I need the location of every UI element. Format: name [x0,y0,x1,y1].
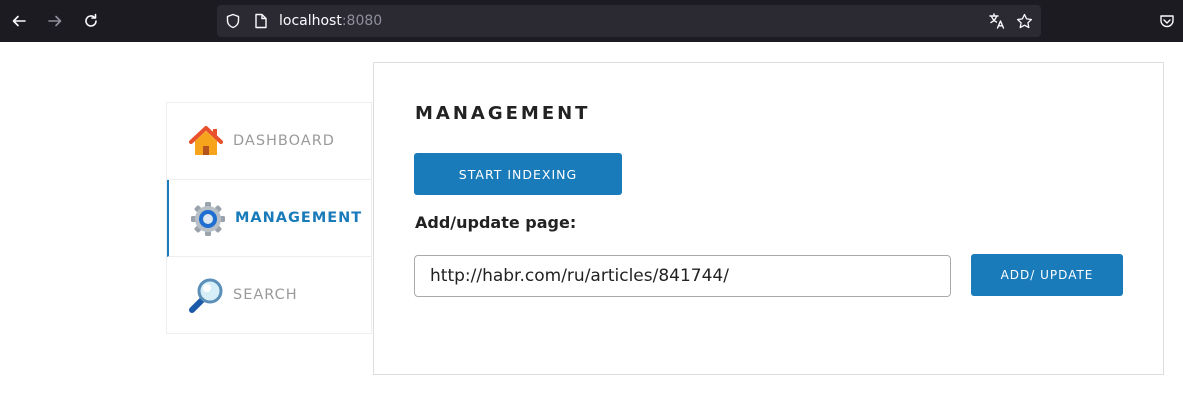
page-url-input[interactable] [414,255,951,297]
management-panel: MANAGEMENT START INDEXING Add/update pag… [373,62,1164,375]
sidebar-item-label: MANAGEMENT [235,210,363,226]
reload-button[interactable] [77,0,105,42]
page-title: MANAGEMENT [415,103,591,124]
back-button[interactable] [5,0,33,42]
url-host: localhost [279,13,342,29]
page-icon[interactable] [254,5,268,37]
home-icon [189,126,223,155]
arrow-left-icon [12,15,26,27]
sidebar: DASHBOARD MANAGEMENT SEARCH [166,102,372,334]
shield-icon[interactable] [225,5,241,37]
magnifier-icon [189,278,223,313]
sidebar-item-label: DASHBOARD [233,133,335,149]
sidebar-item-management[interactable]: MANAGEMENT [167,180,372,257]
reload-icon [85,13,97,27]
add-update-button[interactable]: ADD/ UPDATE [971,254,1123,296]
sidebar-item-label: SEARCH [233,287,298,303]
pocket-icon [1160,15,1174,28]
gear-icon [191,202,225,236]
url-text[interactable]: localhost:8080 [279,5,382,37]
translate-icon[interactable] [988,5,1006,37]
forward-button[interactable] [41,0,69,42]
start-indexing-button[interactable]: START INDEXING [414,153,622,195]
bookmark-star-icon[interactable] [1016,5,1033,37]
browser-toolbar: localhost:8080 [0,0,1183,42]
arrow-right-icon [48,15,62,27]
add-update-label: Add/update page: [415,213,577,232]
sidebar-item-dashboard[interactable]: DASHBOARD [167,103,372,180]
url-port: :8080 [341,13,383,29]
url-bar[interactable]: localhost:8080 [217,5,1041,37]
pocket-button[interactable] [1156,0,1178,42]
sidebar-item-search[interactable]: SEARCH [167,257,372,334]
